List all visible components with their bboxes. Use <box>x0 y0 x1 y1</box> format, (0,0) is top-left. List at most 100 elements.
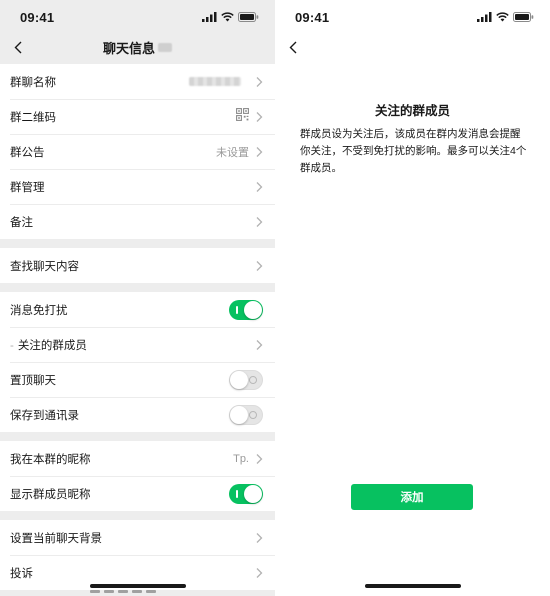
row-label-text: 群二维码 <box>10 111 56 124</box>
settings-row-label: 群聊名称 <box>10 74 189 90</box>
signal-icon <box>477 12 492 22</box>
section-divider <box>0 283 275 292</box>
row-accessory <box>255 339 263 351</box>
row-accessory <box>229 299 263 320</box>
row-value: Tp. <box>233 452 249 465</box>
cut-off-footer-text <box>90 590 170 596</box>
chevron-right-icon <box>255 339 263 351</box>
settings-row[interactable]: 群公告 未设置 <box>0 134 275 169</box>
wifi-icon <box>221 12 234 22</box>
settings-row-label: 设置当前聊天背景 <box>10 530 255 546</box>
row-label-text: 置顶聊天 <box>10 374 56 387</box>
settings-row-label: 保存到通讯录 <box>10 407 229 423</box>
chevron-right-icon <box>255 76 263 88</box>
home-indicator <box>364 584 461 588</box>
row-label-text: 设置当前聊天背景 <box>10 532 102 545</box>
nav-bar <box>275 34 550 60</box>
row-accessory <box>255 532 263 544</box>
settings-row-label: 群二维码 <box>10 109 236 125</box>
row-accessory <box>189 76 263 88</box>
status-bar: 09:41 <box>275 0 550 34</box>
page-title-text: 聊天信息 <box>102 40 155 56</box>
settings-group: 群聊名称群二维码群公告 未设置群管理备注 <box>0 64 275 239</box>
section-divider <box>0 432 275 441</box>
settings-row[interactable]: 群二维码 <box>0 99 275 134</box>
row-accessory <box>229 369 263 390</box>
settings-row[interactable]: 群聊名称 <box>0 64 275 99</box>
settings-group: 设置当前聊天背景 投诉 <box>0 520 275 590</box>
settings-list: 群聊名称 群二维码 群公告 未设置 群管理 备注 查找聊天内容 消息免打扰 - 关注的群成员 置顶聊… <box>0 64 275 590</box>
chevron-right-icon <box>255 532 263 544</box>
settings-row[interactable]: 备注 <box>0 204 275 239</box>
settings-row[interactable]: 置顶聊天 <box>0 362 275 397</box>
status-bar: 09:41 <box>0 0 275 34</box>
status-time: 09:41 <box>295 9 330 25</box>
followed-members-screen: 09:41 关注的群成员 群成员设为关注后，该成员在群内发消息会提醒你关注，不受… <box>275 0 550 596</box>
chevron-right-icon <box>255 216 263 228</box>
back-chevron-icon[interactable] <box>285 38 301 56</box>
settings-row[interactable]: - 关注的群成员 <box>0 327 275 362</box>
settings-row[interactable]: 保存到通讯录 <box>0 397 275 432</box>
settings-row[interactable]: 群管理 <box>0 169 275 204</box>
row-accessory <box>255 260 263 272</box>
settings-row-label: 群管理 <box>10 179 255 195</box>
status-time: 09:41 <box>20 9 55 25</box>
page-title: 聊天信息 <box>103 38 172 57</box>
row-label-text: 我在本群的昵称 <box>10 453 91 466</box>
status-icons <box>202 12 259 22</box>
row-prefix: - <box>10 339 14 352</box>
settings-row-label: 显示群成员昵称 <box>10 486 229 502</box>
settings-row[interactable]: 我在本群的昵称 Tp. <box>0 441 275 476</box>
row-label-text: 显示群成员昵称 <box>10 488 91 501</box>
row-label-text: 消息免打扰 <box>10 304 68 317</box>
row-accessory <box>255 567 263 579</box>
row-accessory <box>255 181 263 193</box>
toggle-switch[interactable] <box>229 404 263 425</box>
row-label-text: 备注 <box>10 216 33 229</box>
row-label-text: 投诉 <box>10 567 33 580</box>
settings-row[interactable]: 设置当前聊天背景 <box>0 520 275 555</box>
row-accessory: Tp. <box>233 453 263 465</box>
battery-icon <box>238 12 259 22</box>
settings-row-label: 置顶聊天 <box>10 372 229 388</box>
settings-row-label: 我在本群的昵称 <box>10 451 233 467</box>
qr-code-icon <box>236 107 249 126</box>
row-accessory <box>255 216 263 228</box>
chevron-right-icon <box>255 453 263 465</box>
row-label-text: 群公告 <box>10 146 45 159</box>
settings-group: 查找聊天内容 <box>0 248 275 283</box>
row-label-text: 关注的群成员 <box>17 339 87 352</box>
chevron-right-icon <box>255 146 263 158</box>
chevron-right-icon <box>255 567 263 579</box>
toggle-switch[interactable] <box>229 483 263 504</box>
row-label-text: 保存到通讯录 <box>10 409 79 422</box>
settings-row-label: 备注 <box>10 214 255 230</box>
settings-row-label: 查找聊天内容 <box>10 258 255 274</box>
chevron-right-icon <box>255 260 263 272</box>
toggle-switch[interactable] <box>229 369 263 390</box>
toggle-switch[interactable] <box>229 299 263 320</box>
settings-row-label: - 关注的群成员 <box>10 337 255 353</box>
settings-row[interactable]: 消息免打扰 <box>0 292 275 327</box>
row-accessory <box>229 404 263 425</box>
add-button[interactable]: 添加 <box>351 484 473 510</box>
settings-group: 我在本群的昵称 Tp. 显示群成员昵称 <box>0 441 275 511</box>
row-accessory <box>229 483 263 504</box>
home-indicator <box>89 584 186 588</box>
settings-row[interactable]: 显示群成员昵称 <box>0 476 275 511</box>
row-value: 未设置 <box>216 146 249 159</box>
section-divider <box>0 239 275 248</box>
settings-row-label: 消息免打扰 <box>10 302 229 318</box>
row-label-text: 群聊名称 <box>10 76 56 89</box>
row-accessory: 未设置 <box>216 144 263 160</box>
chevron-right-icon <box>255 111 263 123</box>
back-chevron-icon[interactable] <box>10 38 26 56</box>
signal-icon <box>202 12 217 22</box>
settings-row-label: 群公告 <box>10 144 216 160</box>
row-label-text: 查找聊天内容 <box>10 260 79 273</box>
row-label-text: 群管理 <box>10 181 45 194</box>
settings-row-label: 投诉 <box>10 565 255 581</box>
tip-description: 群成员设为关注后，该成员在群内发消息会提醒你关注，不受到免打扰的影响。最多可以关… <box>300 128 527 174</box>
settings-row[interactable]: 查找聊天内容 <box>0 248 275 283</box>
blurred-group-name <box>189 77 241 86</box>
